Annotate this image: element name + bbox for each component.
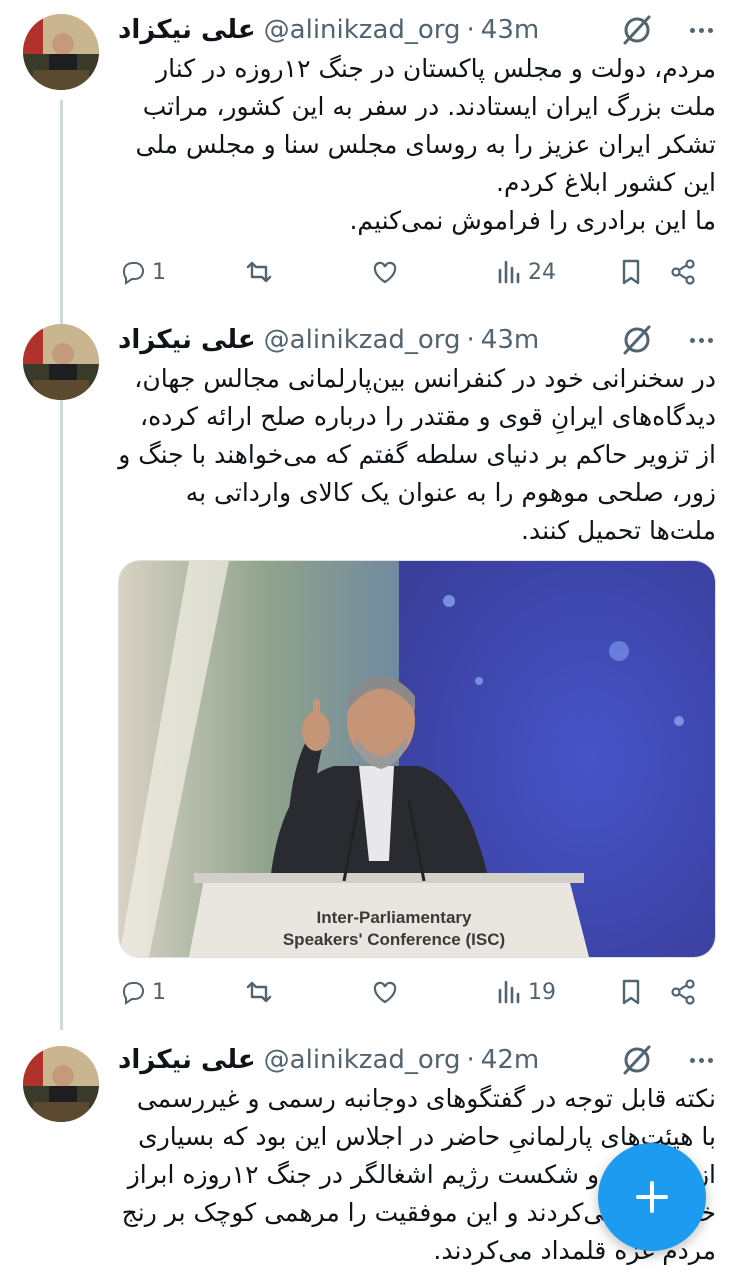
views-button[interactable]: 19 — [494, 972, 556, 1012]
views-button[interactable]: 24 — [494, 252, 556, 292]
heart-icon — [373, 261, 397, 284]
handle[interactable]: @alinikzad_org — [264, 15, 461, 45]
timestamp[interactable]: 43m — [481, 325, 539, 355]
handle[interactable]: @alinikzad_org — [264, 1045, 461, 1075]
grok-icon[interactable] — [620, 1043, 654, 1077]
tweet-actions: 1 19 — [118, 972, 706, 1012]
share-icon — [671, 979, 695, 1005]
timestamp[interactable]: 42m — [481, 1045, 539, 1075]
like-button[interactable] — [370, 972, 400, 1012]
reply-button[interactable]: 1 — [118, 252, 166, 292]
share-button[interactable] — [668, 972, 698, 1012]
tweet-header: علی نیکزاد @alinikzad_org · 43m — [118, 10, 539, 50]
bookmark-button[interactable] — [616, 972, 646, 1012]
grok-icon[interactable] — [620, 13, 654, 47]
reply-count: 1 — [152, 979, 166, 1005]
podium-caption-line-1: Inter-Parliamentary — [317, 908, 472, 927]
heart-icon — [373, 981, 397, 1004]
reply-button[interactable]: 1 — [118, 972, 166, 1012]
share-button[interactable] — [668, 252, 698, 292]
display-name[interactable]: علی نیکزاد — [118, 1045, 256, 1075]
share-icon — [671, 259, 695, 285]
repost-icon — [246, 261, 272, 283]
tweet-header: علی نیکزاد @alinikzad_org · 43m — [118, 320, 539, 360]
repost-button[interactable] — [244, 972, 274, 1012]
podium-caption-line-2: Speakers' Conference (ISC) — [283, 930, 505, 949]
views-icon — [498, 980, 520, 1004]
views-count: 24 — [528, 259, 556, 285]
bookmark-icon — [622, 979, 640, 1005]
tweet-1[interactable]: علی نیکزاد @alinikzad_org · 43m مردم، دو… — [0, 0, 736, 310]
tweet-2[interactable]: علی نیکزاد @alinikzad_org · 43m در سخنرا… — [0, 316, 736, 1016]
tweet-text: در سخنرانی خود در کنفرانس بین‌پارلمانی م… — [118, 364, 716, 545]
views-count: 19 — [528, 979, 556, 1005]
more-icon[interactable] — [686, 325, 716, 355]
reply-icon — [122, 982, 145, 1005]
more-icon[interactable] — [686, 15, 716, 45]
grok-icon[interactable] — [620, 323, 654, 357]
repost-button[interactable] — [244, 252, 274, 292]
separator-dot: · — [466, 325, 475, 355]
separator-dot: · — [466, 15, 475, 45]
bookmark-icon — [622, 259, 640, 285]
like-button[interactable] — [370, 252, 400, 292]
reply-count: 1 — [152, 259, 166, 285]
tweet-photo[interactable]: Inter-Parliamentary Speakers' Conference… — [118, 560, 716, 958]
timestamp[interactable]: 43m — [481, 15, 539, 45]
compose-button[interactable] — [598, 1143, 706, 1251]
tweet-text: مردم، دولت و مجلس پاکستان در جنگ ۱۲روزه … — [135, 54, 717, 235]
more-icon[interactable] — [686, 1045, 716, 1075]
avatar[interactable] — [23, 1046, 99, 1122]
views-icon — [498, 260, 520, 284]
plus-icon — [636, 1181, 668, 1213]
bookmark-button[interactable] — [616, 252, 646, 292]
repost-icon — [246, 981, 272, 1003]
reply-icon — [122, 262, 145, 285]
separator-dot: · — [466, 1045, 475, 1075]
display-name[interactable]: علی نیکزاد — [118, 15, 256, 45]
avatar[interactable] — [23, 14, 99, 90]
tweet-actions: 1 24 — [118, 252, 706, 292]
avatar[interactable] — [23, 324, 99, 400]
handle[interactable]: @alinikzad_org — [264, 325, 461, 355]
tweet-header: علی نیکزاد @alinikzad_org · 42m — [118, 1040, 539, 1080]
display-name[interactable]: علی نیکزاد — [118, 325, 256, 355]
